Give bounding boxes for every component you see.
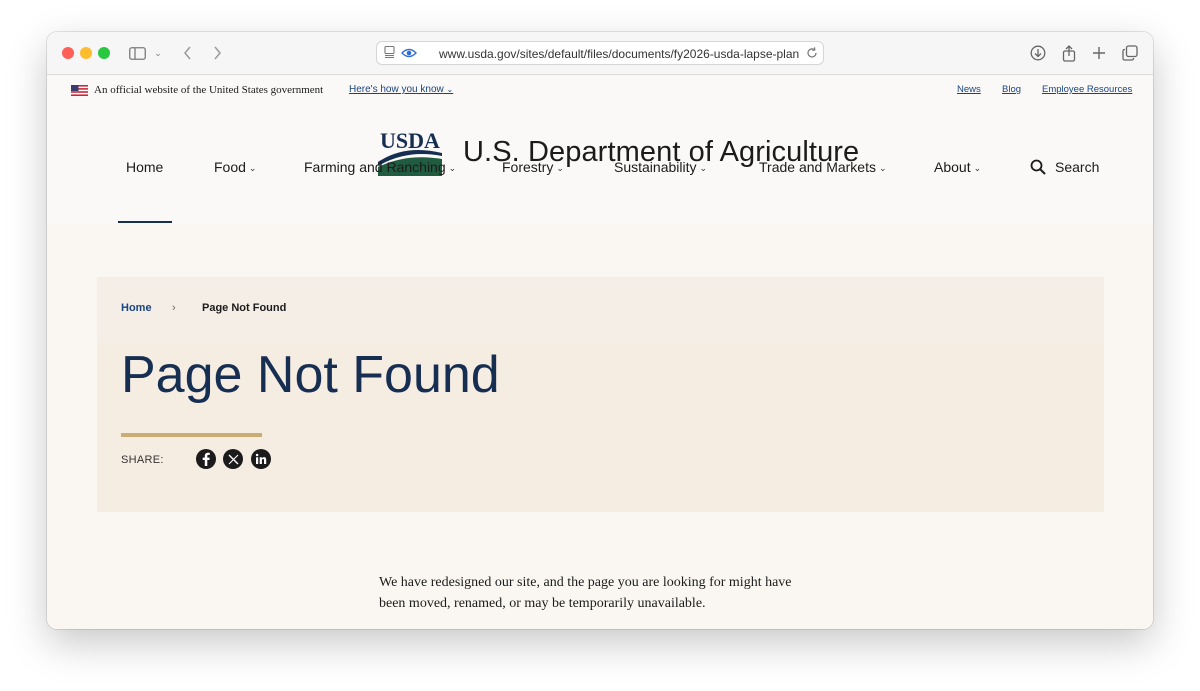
breadcrumb-home-link[interactable]: Home [121,302,152,314]
title-divider [121,433,262,437]
privacy-eye-icon[interactable] [401,46,417,64]
search-label: Search [1055,159,1100,175]
nav-farming-label: Farming and Ranching [304,159,446,175]
breadcrumb-current: Page Not Found [202,302,287,314]
browser-window: ⌄ www.usda.gov/sites/default/files/docum… [47,32,1153,629]
minimize-window-button[interactable] [80,47,92,59]
page-hero: Home › Page Not Found Page Not Found SHA… [97,277,1104,512]
address-bar[interactable]: www.usda.gov/sites/default/files/documen… [376,41,824,65]
x-icon [228,454,238,464]
chevron-down-icon: ⌄ [448,162,457,173]
nav-trade-markets[interactable]: Trade and Markets ⌄ [759,159,887,175]
new-tab-icon[interactable] [1089,42,1109,64]
reload-icon[interactable] [805,46,819,65]
how-you-know-label: Here's how you know [349,84,444,95]
facebook-share-button[interactable] [196,449,216,469]
nav-food-label: Food [214,159,246,175]
page-title: Page Not Found [121,346,500,404]
employee-resources-link[interactable]: Employee Resources [1042,84,1132,95]
facebook-icon [202,452,210,466]
chevron-down-icon[interactable]: ⌄ [151,42,165,64]
chevron-down-icon: ⌄ [699,162,708,173]
nav-home-label: Home [126,159,164,175]
chevron-down-icon: ⌄ [556,162,564,173]
chevron-right-icon: › [172,302,176,314]
main-content: Home › Page Not Found Page Not Found SHA… [47,224,1153,629]
svg-text:USDA: USDA [380,128,440,153]
url-text: www.usda.gov/sites/default/files/documen… [439,47,799,61]
official-site-text: An official website of the United States… [94,84,324,96]
linkedin-share-button[interactable] [251,449,271,469]
search-icon [1030,159,1046,175]
reader-icon[interactable] [383,45,397,64]
back-icon[interactable] [179,42,195,64]
nav-active-indicator [118,221,172,223]
sidebar-icon[interactable] [127,42,147,64]
nav-about[interactable]: About ⌄ [934,159,981,175]
site-header: USDA U.S. Department of Agriculture [47,104,1153,224]
nav-search[interactable]: Search [1030,159,1099,175]
gov-banner: An official website of the United States… [47,76,1153,104]
downloads-icon[interactable] [1028,42,1048,64]
browser-toolbar: ⌄ www.usda.gov/sites/default/files/docum… [47,32,1153,75]
forward-icon[interactable] [209,42,225,64]
linkedin-icon [255,453,267,464]
not-found-message: We have redesigned our site, and the pag… [379,575,792,611]
nav-home[interactable]: Home [126,159,163,175]
nav-about-label: About [934,159,971,175]
nav-forestry-label: Forestry [502,159,554,175]
breadcrumb: Home › Page Not Found [97,277,1104,343]
nav-food[interactable]: Food ⌄ [214,159,256,175]
tab-overview-icon[interactable] [1120,42,1140,64]
nav-sustainability[interactable]: Sustainability ⌄ [614,159,707,175]
chevron-down-icon: ⌄ [248,162,257,173]
zoom-window-button[interactable] [98,47,110,59]
nav-farming-ranching[interactable]: Farming and Ranching ⌄ [304,159,456,175]
chevron-down-icon: ⌄ [973,162,982,173]
chevron-down-icon: ⌄ [878,162,887,173]
close-window-button[interactable] [62,47,74,59]
news-link[interactable]: News [957,84,981,95]
blog-link[interactable]: Blog [1002,84,1021,95]
nav-sustainability-label: Sustainability [614,159,697,175]
x-share-button[interactable] [223,449,243,469]
us-flag-icon [71,85,88,96]
share-icon[interactable] [1059,42,1079,64]
how-you-know-link[interactable]: Here's how you know ⌄ [349,84,453,95]
nav-forestry[interactable]: Forestry ⌄ [502,159,564,175]
nav-trade-label: Trade and Markets [759,159,876,175]
share-label: SHARE: [121,454,164,466]
chevron-down-icon: ⌄ [446,85,454,94]
